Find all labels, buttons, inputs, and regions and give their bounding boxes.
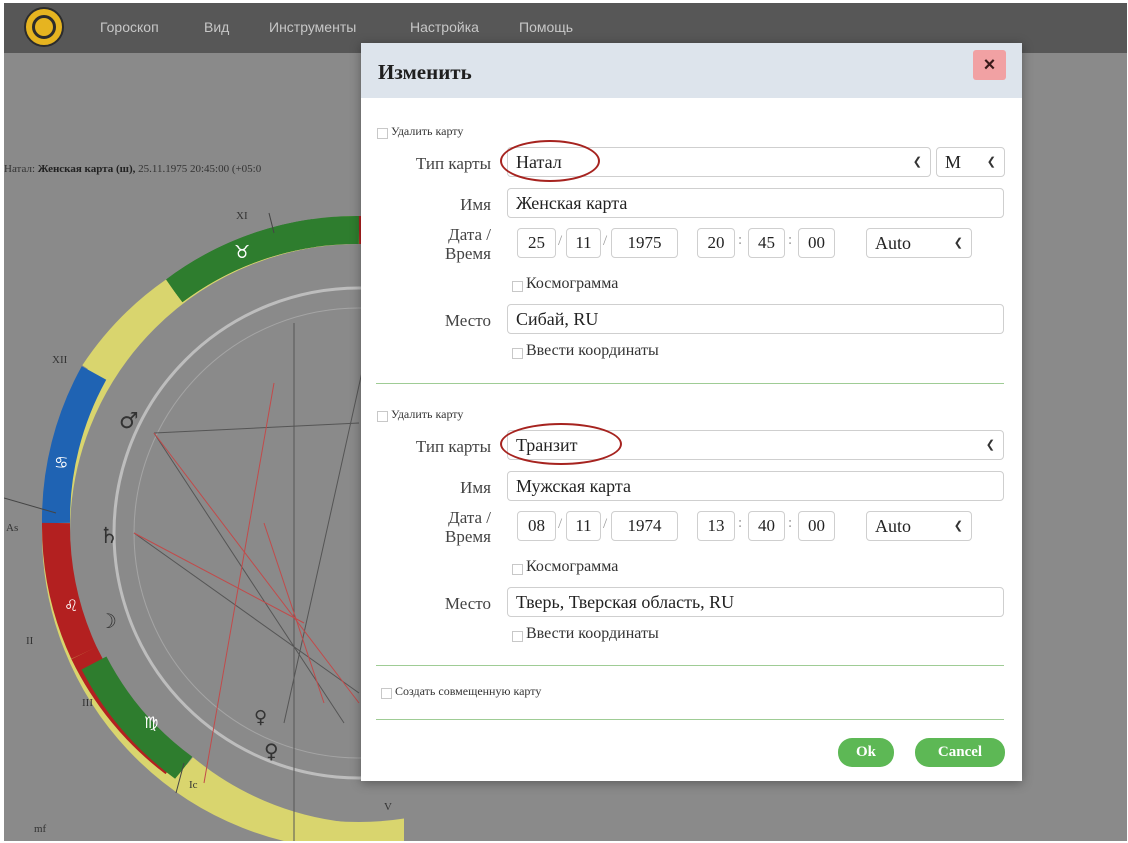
chart1-minute-input[interactable]: 45	[748, 228, 785, 258]
delete-chart1-label: Удалить карту	[391, 124, 464, 138]
ok-button[interactable]: Ok	[838, 738, 894, 767]
chart2-timezone-select[interactable]: Auto ❮	[866, 511, 972, 541]
chart1-year-input[interactable]: 1975	[611, 228, 678, 258]
edit-dialog: Изменить × Удалить карту Тип карты Натал…	[361, 43, 1022, 781]
chart2-month-input[interactable]: 11	[566, 511, 601, 541]
dialog-title: Изменить	[378, 60, 472, 84]
chevron-down-icon: ❮	[986, 156, 996, 168]
chart1-second-input[interactable]: 00	[798, 228, 835, 258]
divider	[376, 719, 1004, 720]
house-v-label: V	[384, 801, 392, 813]
chart1-place-input[interactable]: Сибай, RU	[507, 304, 1004, 334]
svg-text:♉: ♉	[234, 242, 250, 263]
chart1-timezone-select[interactable]: Auto ❮	[866, 228, 972, 258]
house-ii-label: II	[26, 635, 34, 647]
cancel-button[interactable]: Cancel	[915, 738, 1005, 767]
chart2-coords-checkbox[interactable]	[512, 631, 523, 642]
combine-chart-checkbox[interactable]	[381, 688, 392, 699]
chart2-minute-input[interactable]: 40	[748, 511, 785, 541]
house-as-label: As	[6, 522, 19, 534]
chart2-type-select[interactable]: Транзит ❮	[507, 430, 1004, 460]
svg-text:☽: ☽	[99, 609, 117, 633]
chevron-down-icon: ❮	[953, 237, 963, 249]
delete-chart2-label: Удалить карту	[391, 407, 464, 421]
chevron-down-icon: ❮	[953, 520, 963, 532]
chart2-place-label: Место	[444, 594, 491, 613]
chart1-cosmogram-label: Космограмма	[526, 275, 619, 292]
chart1-hour-input[interactable]: 20	[697, 228, 735, 258]
delete-chart1-checkbox[interactable]	[377, 128, 388, 139]
house-iii-label: III	[82, 697, 93, 709]
chart2-second-input[interactable]: 00	[798, 511, 835, 541]
chart1-datetime-label: Дата / Время	[445, 225, 491, 263]
chart2-name-input[interactable]: Мужская карта	[507, 471, 1004, 501]
close-button[interactable]: ×	[973, 50, 1006, 80]
house-xii-label: XII	[52, 354, 68, 366]
chart1-day-input[interactable]: 25	[517, 228, 556, 258]
chart2-place-input[interactable]: Тверь, Тверская область, RU	[507, 587, 1004, 617]
menu-settings[interactable]: Настройка	[410, 19, 479, 35]
svg-text:♍: ♍	[144, 713, 158, 732]
chart1-month-input[interactable]: 11	[566, 228, 601, 258]
combine-chart-label: Создать совмещенную карту	[395, 684, 542, 698]
svg-text:♀: ♀	[254, 707, 267, 728]
chart1-type-select[interactable]: Натал ❮	[507, 147, 931, 177]
divider	[376, 665, 1004, 666]
chart1-name-label: Имя	[460, 195, 491, 214]
astro-chart-wheel: ♂ ♄ ☽ ♀ ♀ ♉ ♋ ♌ ♍	[4, 212, 404, 841]
delete-chart2-checkbox[interactable]	[377, 411, 388, 422]
chart2-hour-input[interactable]: 13	[697, 511, 735, 541]
chart1-cosmogram-checkbox[interactable]	[512, 281, 523, 292]
svg-text:♋: ♋	[54, 453, 68, 472]
chart1-gender-select[interactable]: М ❮	[936, 147, 1005, 177]
menu-help[interactable]: Помощь	[519, 19, 573, 35]
chart2-coords-label: Ввести координаты	[526, 625, 659, 642]
app-window: Гороскоп Вид Инструменты Настройка Помощ…	[4, 3, 1127, 841]
svg-text:♀: ♀	[264, 739, 279, 763]
divider	[376, 383, 1004, 384]
chart1-coords-checkbox[interactable]	[512, 348, 523, 359]
svg-text:♂: ♂	[119, 409, 139, 434]
chevron-down-icon: ❮	[985, 439, 995, 451]
chart2-datetime-label: Дата / Время	[445, 508, 491, 546]
corner-text: mf	[34, 823, 47, 835]
house-ic-label: Ic	[189, 779, 198, 791]
chevron-down-icon: ❮	[912, 156, 922, 168]
chart2-year-input[interactable]: 1974	[611, 511, 678, 541]
chart2-day-input[interactable]: 08	[517, 511, 556, 541]
chart1-coords-label: Ввести координаты	[526, 342, 659, 359]
house-xi-label: XI	[236, 210, 248, 222]
chart1-name-input[interactable]: Женская карта	[507, 188, 1004, 218]
chart1-type-label: Тип карты	[415, 154, 491, 173]
dialog-header: Изменить ×	[361, 43, 1022, 98]
chart2-cosmogram-checkbox[interactable]	[512, 564, 523, 575]
chart2-name-label: Имя	[460, 478, 491, 497]
svg-text:♌: ♌	[64, 596, 78, 615]
chart1-place-label: Место	[444, 311, 491, 330]
chart2-cosmogram-label: Космограмма	[526, 558, 619, 575]
chart2-type-label: Тип карты	[415, 437, 491, 456]
svg-text:♄: ♄	[99, 524, 119, 549]
